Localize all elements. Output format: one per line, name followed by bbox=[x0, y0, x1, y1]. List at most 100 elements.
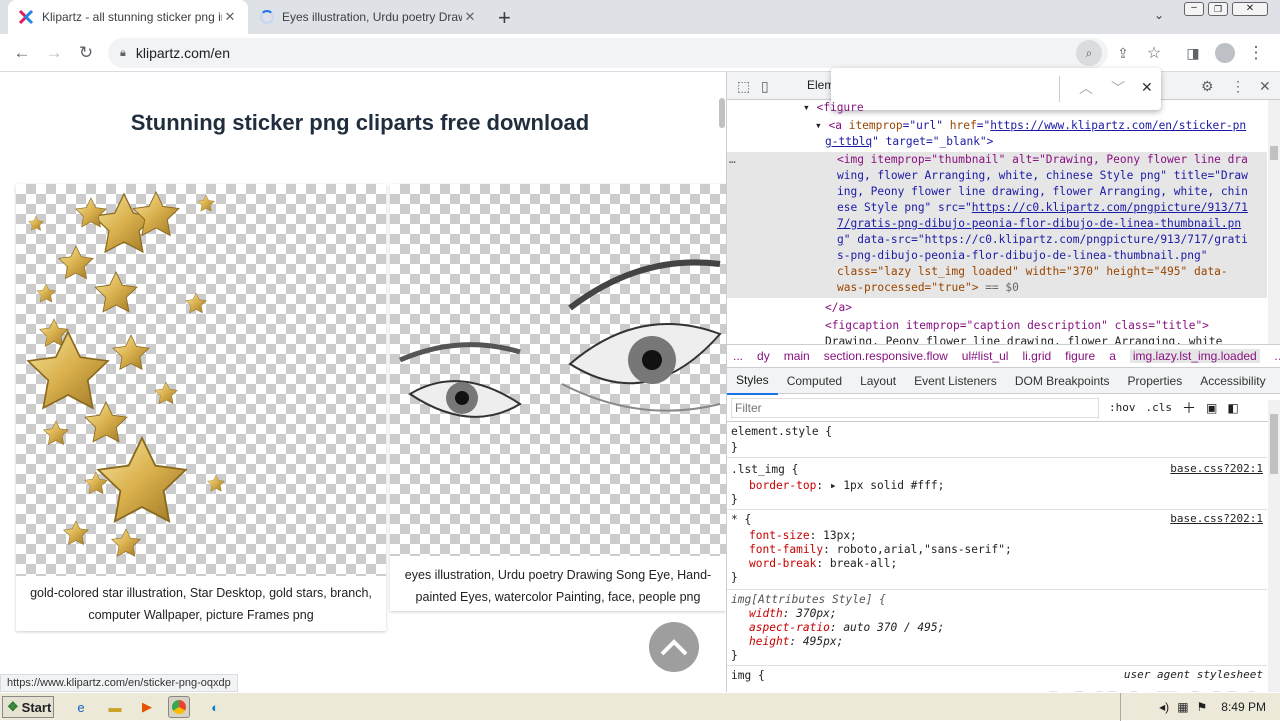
dom-breadcrumb: ... dy main section.responsive.flow ul#l… bbox=[727, 344, 1280, 368]
settings-gear-icon[interactable]: ⚙ bbox=[1201, 78, 1214, 95]
tab-eyes-illustration[interactable]: Eyes illustration, Urdu poetry Drawin ✕ bbox=[250, 0, 488, 34]
find-input[interactable] bbox=[837, 76, 1057, 102]
class-toggle[interactable]: .cls bbox=[1146, 401, 1173, 414]
breadcrumb-item[interactable]: a bbox=[1109, 349, 1116, 363]
breadcrumb-item[interactable]: li.grid bbox=[1022, 349, 1051, 363]
breadcrumb-item[interactable]: ul#list_ul bbox=[962, 349, 1009, 363]
dom-src-link[interactable]: https://c0.klipartz.com/pngpicture/913/7… bbox=[972, 201, 1248, 214]
dom-line-img[interactable]: <img itemprop="thumbnail" alt="Drawing, … bbox=[837, 152, 1248, 168]
dom-scrollbar-thumb[interactable] bbox=[1270, 146, 1278, 160]
share-icon[interactable]: ⇪ bbox=[1110, 40, 1136, 66]
rule-source-link[interactable]: base.css?202:1 bbox=[1170, 512, 1263, 525]
dom-href-link[interactable]: https://www.klipartz.com/en/sticker-pn bbox=[990, 119, 1246, 132]
dom-line-figcaption[interactable]: <figcaption itemprop="caption descriptio… bbox=[825, 318, 1209, 334]
dom-src-link[interactable]: g bbox=[837, 233, 844, 246]
reload-icon[interactable]: ↻ bbox=[73, 40, 99, 66]
omnibox[interactable]: 🔒︎ klipartz.com/en bbox=[108, 38, 1108, 68]
clipart-card-stars[interactable]: gold-colored star illustration, Star Des… bbox=[16, 184, 386, 631]
find-in-page-icon[interactable]: ⌕ bbox=[1076, 40, 1102, 66]
back-arrow-icon[interactable]: ← bbox=[9, 40, 35, 66]
rule-source-link[interactable]: base.css?202:1 bbox=[1170, 462, 1263, 475]
rule-selector[interactable]: .lst_img { bbox=[731, 462, 798, 478]
inspect-element-icon[interactable]: ⬚ bbox=[737, 78, 750, 95]
styles-filter-input[interactable] bbox=[731, 397, 1099, 418]
scroll-to-top-button[interactable] bbox=[649, 622, 699, 672]
styles-scrollbar[interactable] bbox=[1268, 400, 1280, 692]
rule-selector[interactable]: img { bbox=[731, 668, 765, 684]
dom-line-figure[interactable]: ▾ <figure bbox=[803, 100, 864, 116]
close-window-button[interactable]: ✕ bbox=[1232, 2, 1268, 16]
edge-icon[interactable]: ◐ bbox=[204, 696, 226, 718]
rule-prop[interactable]: height: 495px; bbox=[749, 634, 843, 650]
breadcrumb-item[interactable]: dy bbox=[757, 349, 770, 363]
card-caption[interactable]: eyes illustration, Urdu poetry Drawing S… bbox=[390, 564, 726, 608]
dom-line-img-6: g" data-src="https://c0.klipartz.com/png… bbox=[837, 232, 1248, 248]
eyes-image[interactable] bbox=[390, 184, 726, 556]
tab-styles[interactable]: Styles bbox=[727, 367, 778, 395]
dom-scrollbar[interactable] bbox=[1268, 100, 1280, 344]
breadcrumb-item[interactable]: main bbox=[784, 349, 810, 363]
dom-attr: class="lazy lst_img loaded" width="370" … bbox=[837, 265, 1228, 278]
device-toolbar-icon[interactable]: ▯ bbox=[761, 78, 769, 95]
page-scrollbar-thumb[interactable] bbox=[719, 98, 725, 128]
dom-line-img-8: class="lazy lst_img loaded" width="370" … bbox=[837, 264, 1228, 280]
tab-search-chevron-down-icon[interactable]: ⌄ bbox=[1154, 8, 1164, 22]
ie-icon[interactable]: e bbox=[70, 696, 92, 718]
breadcrumb-item[interactable]: ... bbox=[733, 349, 743, 363]
flag-icon[interactable]: ⚑ bbox=[1197, 700, 1208, 714]
breadcrumb-item[interactable]: figure bbox=[1065, 349, 1095, 363]
tab-close-icon[interactable]: ✕ bbox=[462, 9, 478, 25]
dom-line-anchor-close[interactable]: </a> bbox=[825, 300, 852, 316]
start-button[interactable]: ❖ Start bbox=[2, 696, 54, 718]
dom-src-link[interactable]: 7/gratis-png-dibujo-peonia-flor-dibujo-d… bbox=[837, 217, 1241, 230]
media-player-icon[interactable]: ▶ bbox=[136, 696, 158, 718]
rule-selector[interactable]: * { bbox=[731, 512, 751, 528]
breadcrumb-item-selected[interactable]: img.lazy.lst_img.loaded bbox=[1129, 349, 1260, 363]
forward-arrow-icon[interactable]: → bbox=[41, 40, 67, 66]
tab-dom-breakpoints[interactable]: DOM Breakpoints bbox=[1006, 368, 1119, 394]
volume-icon[interactable]: ◂) bbox=[1159, 700, 1169, 714]
tab-close-icon[interactable]: ✕ bbox=[222, 9, 238, 25]
hover-state-toggle[interactable]: :hov bbox=[1109, 401, 1136, 414]
breadcrumb-item[interactable]: … bbox=[1274, 349, 1280, 363]
find-close-icon[interactable]: ✕ bbox=[1141, 79, 1153, 96]
styles-scrollbar-thumb[interactable] bbox=[1270, 414, 1278, 474]
add-rule-plus-icon[interactable]: ＋ bbox=[1182, 398, 1196, 418]
dom-line-figcaption-text: Drawing, Peony flower line drawing, flow… bbox=[825, 334, 1222, 344]
eyes-illustration bbox=[399, 259, 722, 418]
side-panel-icon[interactable]: ◨ bbox=[1180, 40, 1206, 66]
menu-kebab-icon[interactable]: ⋮ bbox=[1243, 40, 1269, 66]
rule-prop[interactable]: word-break: break-all; bbox=[749, 556, 897, 572]
toggle-sidebar-icon[interactable]: ◧ bbox=[1227, 401, 1238, 415]
find-previous-chevron-up-icon[interactable]: ︿ bbox=[1079, 78, 1093, 98]
node-ellipsis[interactable]: … bbox=[729, 152, 736, 168]
tab-computed[interactable]: Computed bbox=[778, 368, 851, 394]
devtools-menu-kebab-icon[interactable]: ⋮ bbox=[1231, 78, 1245, 95]
card-caption[interactable]: gold-colored star illustration, Star Des… bbox=[16, 582, 386, 626]
dom-attr: href bbox=[943, 119, 977, 132]
tab-event-listeners[interactable]: Event Listeners bbox=[905, 368, 1006, 394]
find-next-chevron-down-icon[interactable]: ﹀ bbox=[1111, 78, 1125, 98]
rule-selector[interactable]: element.style { bbox=[731, 424, 832, 440]
tab-properties[interactable]: Properties bbox=[1119, 368, 1192, 394]
stars-image[interactable] bbox=[16, 184, 386, 576]
tab-klipartz[interactable]: Klipartz - all stunning sticker png ima … bbox=[8, 0, 248, 34]
rule-prop[interactable]: border-top: ▸ 1px solid #fff; bbox=[749, 478, 944, 494]
rule-close: } bbox=[731, 571, 738, 584]
paint-icon[interactable]: ▣ bbox=[1206, 401, 1217, 415]
breadcrumb-item[interactable]: section.responsive.flow bbox=[824, 349, 948, 363]
folder-icon[interactable]: ▬ bbox=[104, 696, 126, 718]
chrome-icon[interactable] bbox=[168, 696, 190, 718]
clipart-card-eyes[interactable]: eyes illustration, Urdu poetry Drawing S… bbox=[390, 184, 726, 611]
close-devtools-icon[interactable]: ✕ bbox=[1259, 78, 1271, 95]
bookmark-star-icon[interactable]: ☆ bbox=[1141, 40, 1167, 66]
tab-layout[interactable]: Layout bbox=[851, 368, 905, 394]
network-icon[interactable]: ▦ bbox=[1177, 700, 1188, 714]
profile-avatar[interactable] bbox=[1215, 43, 1235, 63]
dom-href-link[interactable]: g-ttblq bbox=[825, 135, 872, 148]
tab-accessibility[interactable]: Accessibility bbox=[1191, 368, 1274, 394]
restore-button[interactable]: ❐ bbox=[1208, 2, 1228, 16]
minimize-button[interactable]: – bbox=[1184, 2, 1204, 16]
new-tab-button[interactable]: + bbox=[498, 5, 511, 31]
dom-line-anchor[interactable]: ▾ <a itemprop="url" href="https://www.kl… bbox=[815, 118, 1246, 134]
